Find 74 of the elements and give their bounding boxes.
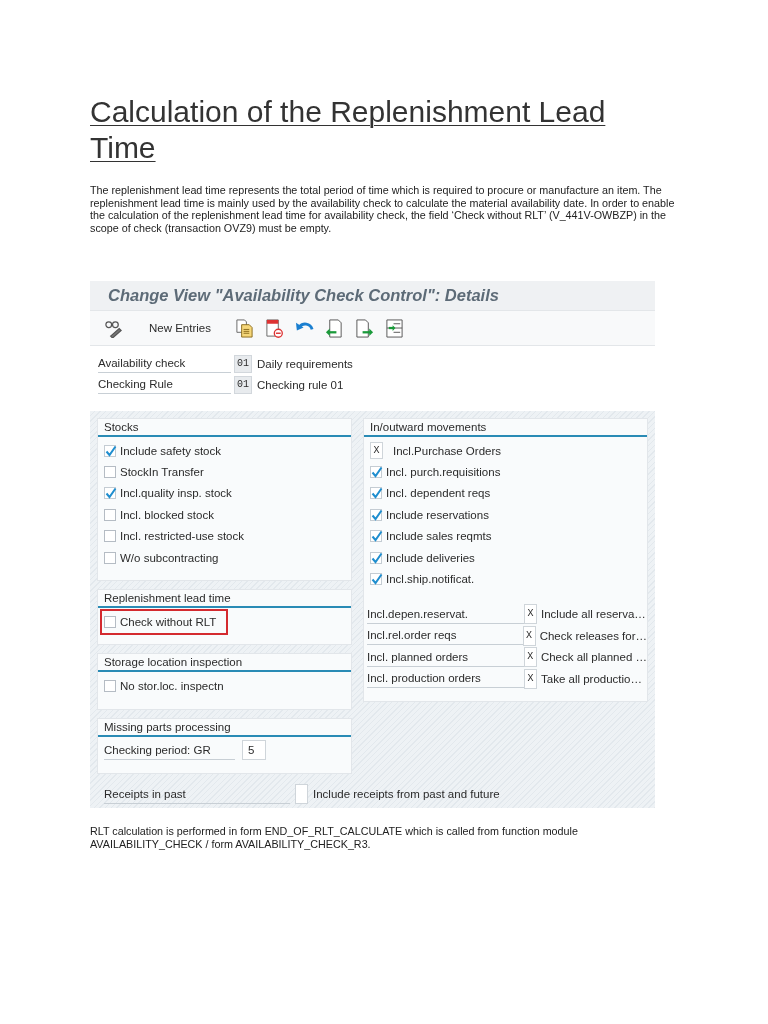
field-label: Checking Rule — [98, 375, 231, 394]
group-title: Storage location inspection — [98, 654, 351, 673]
value-field[interactable]: X — [522, 625, 536, 646]
checkmark-icon — [105, 487, 117, 500]
field-label: Availability check — [98, 354, 231, 373]
checkbox[interactable] — [104, 466, 116, 479]
checkbox-label: Incl.quality insp. stock — [120, 487, 232, 500]
checkbox[interactable] — [370, 573, 382, 586]
field-description: Checking rule 01 — [257, 378, 344, 391]
group-title: Stocks — [98, 419, 351, 437]
input-field[interactable]: 5 — [242, 740, 266, 761]
checkmark-icon — [371, 508, 383, 521]
screen-title: Change View "Availability Check Control": Details — [108, 286, 499, 305]
field-description: Check all planned … — [540, 651, 647, 664]
field-description: Take all productio… — [541, 672, 642, 685]
checkbox-label: StockIn Transfer — [120, 466, 204, 479]
checkbox-label: Include reservations — [386, 508, 489, 521]
article-title: Calculation of the Replenishment Lead Time — [90, 94, 607, 166]
checkmark-icon — [371, 530, 383, 543]
intro-paragraph: The replenishment lead time represents the total period of time which is required to procure or manufacture an item. The replenishment lead time is mainly used by the availability check to calculate the material availability date. In order to enable the calculation of the replenishment lead time for availability check, the field ‘Check without RLT’ (V_441V-OWBZP) in the scope of check (transaction OVZ9) must be empty. — [90, 184, 675, 234]
checkbox-label: Include deliveries — [386, 551, 475, 564]
checkbox[interactable] — [104, 487, 116, 500]
document-delete-icon[interactable] — [265, 318, 284, 338]
option-label: Incl.Purchase Orders — [393, 444, 501, 457]
group-title: Missing parts processing — [98, 718, 351, 737]
checkbox-label: Incl. purch.requisitions — [386, 466, 501, 479]
checkbox[interactable] — [104, 530, 116, 543]
checkbox-label: Include sales reqmts — [386, 530, 492, 543]
checkmark-icon — [371, 551, 383, 564]
value-field[interactable]: X — [524, 668, 537, 689]
field-label: Receipts in past — [104, 784, 290, 804]
document-right-arrow-icon[interactable] — [355, 318, 374, 338]
closing-paragraph: RLT calculation is performed in form END_OF_RLT_CALCULATE which is called from function module AVAILABILITY_CHECK / form AVAILABILITY_CHECK_R3. — [90, 825, 579, 851]
checkbox[interactable] — [370, 551, 382, 564]
field-description: Check releases for… — [539, 629, 647, 642]
checkmark-icon — [105, 444, 117, 457]
checkmark-icon — [371, 573, 383, 586]
checkbox-label: Incl. blocked stock — [120, 508, 214, 521]
checkbox-label: Incl.ship.notificat. — [386, 573, 475, 586]
value-field[interactable]: 01 — [234, 375, 252, 394]
group-title: Replenishment lead time — [98, 590, 351, 609]
checkmark-icon — [371, 466, 383, 479]
field-label: Incl.rel.order reqs — [367, 626, 523, 646]
field-description: Include receipts from past and future — [313, 788, 500, 801]
field-label: Checking period: GR — [104, 740, 235, 760]
value-field[interactable]: X — [524, 604, 537, 625]
checkbox[interactable] — [104, 444, 116, 457]
new-entries-button[interactable]: New Entries — [149, 322, 211, 334]
value-field[interactable]: X — [523, 647, 537, 668]
checkbox-label: Incl. dependent reqs — [386, 487, 491, 500]
value-field[interactable] — [295, 784, 308, 805]
field-description: Include all reserva… — [541, 608, 646, 621]
checkbox[interactable] — [370, 508, 382, 521]
checkbox-label: Check without RLT — [120, 616, 217, 629]
document-left-arrow-icon[interactable] — [325, 318, 344, 338]
checkbox[interactable] — [104, 551, 116, 564]
checkmark-icon — [371, 487, 383, 500]
copy-document-icon[interactable] — [235, 318, 254, 338]
checkbox[interactable] — [104, 616, 116, 629]
checkbox[interactable] — [104, 508, 116, 521]
checkbox[interactable] — [104, 680, 116, 693]
checkbox[interactable] — [370, 530, 382, 543]
value-field[interactable]: 01 — [234, 354, 252, 373]
checkbox-label: Incl. restricted-use stock — [120, 530, 244, 543]
field-label: Incl. planned orders — [367, 647, 524, 667]
checkbox[interactable] — [370, 466, 382, 479]
field-description: Daily requirements — [257, 357, 353, 370]
checkbox-label: No stor.loc. inspectn — [120, 680, 224, 693]
value-field[interactable]: X — [370, 442, 383, 460]
checkbox[interactable] — [370, 487, 382, 500]
checkbox-label: W/o subcontracting — [120, 551, 219, 564]
group-title: In/outward movements — [364, 419, 647, 437]
glasses-pencil-icon[interactable] — [104, 318, 123, 338]
checkbox-label: Include safety stock — [120, 444, 221, 457]
